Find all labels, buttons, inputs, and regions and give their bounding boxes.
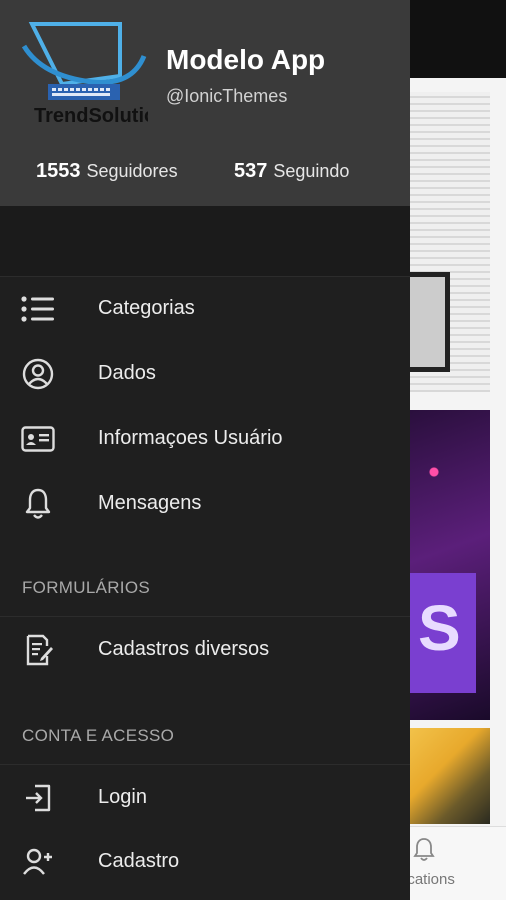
- section-title-formularios: FORMULÁRIOS: [22, 578, 150, 597]
- login-icon: [20, 782, 56, 814]
- menu-item-cadastro[interactable]: Cadastro: [0, 830, 410, 894]
- following-label: Seguindo: [273, 161, 350, 181]
- divider: [0, 764, 410, 765]
- menu-item-label: Informaçoes Usuário: [98, 427, 283, 449]
- menu-item-dados[interactable]: Dados: [0, 342, 410, 406]
- bell-icon: [20, 488, 56, 520]
- following-count: 537: [234, 160, 268, 182]
- purple-block: S: [410, 573, 476, 693]
- id-card-icon: [20, 423, 56, 455]
- menu-item-label: Categorias: [98, 297, 195, 319]
- menu-item-label: Cadastro: [98, 850, 180, 872]
- app-logo: TrendSolutio: [22, 22, 148, 127]
- side-menu: TrendSolutio Modelo App @IonicThemes 155…: [0, 0, 410, 900]
- followers-label: Seguidores: [86, 161, 178, 181]
- edit-document-icon: [20, 634, 56, 666]
- following-stat[interactable]: 537 Seguindo: [234, 160, 349, 183]
- menu-item-categorias[interactable]: Categorias: [0, 277, 410, 341]
- menu-item-label: Login: [98, 786, 147, 808]
- background-card-newspaper[interactable]: [410, 92, 490, 392]
- newspaper-frame: [410, 272, 450, 372]
- divider: [0, 616, 410, 617]
- section-title-conta-e-acesso: CONTA E ACESSO: [22, 726, 175, 745]
- user-circle-icon: [20, 358, 56, 390]
- header-spacer: [0, 206, 410, 276]
- menu-item-login[interactable]: Login: [0, 766, 410, 830]
- list-icon: [20, 293, 56, 325]
- menu-item-label: Dados: [98, 362, 156, 384]
- background-card-food[interactable]: [410, 728, 490, 824]
- menu-item-mensagens[interactable]: Mensagens: [0, 472, 410, 536]
- background-card-confetti[interactable]: S: [410, 410, 490, 720]
- menu-item-label: Cadastros diversos: [98, 638, 270, 660]
- app-handle: @IonicThemes: [166, 86, 288, 106]
- menu-item-informacoes-usuario[interactable]: Informaçoes Usuário: [0, 407, 410, 471]
- bell-icon[interactable]: [412, 837, 436, 863]
- app-name: Modelo App: [166, 44, 326, 75]
- tab-notifications-label[interactable]: ications: [404, 871, 455, 888]
- add-user-icon: [20, 846, 56, 878]
- logo-text: TrendSolutio: [34, 105, 148, 127]
- followers-stat[interactable]: 1553 Seguidores: [36, 160, 178, 183]
- purple-block-letter: S: [418, 592, 461, 664]
- background-tab-bar: ications: [404, 826, 506, 900]
- menu-item-cadastros-diversos[interactable]: Cadastros diversos: [0, 618, 410, 682]
- menu-item-label: Mensagens: [98, 492, 202, 514]
- followers-count: 1553: [36, 160, 81, 182]
- drawer-header: TrendSolutio Modelo App @IonicThemes 155…: [0, 0, 410, 206]
